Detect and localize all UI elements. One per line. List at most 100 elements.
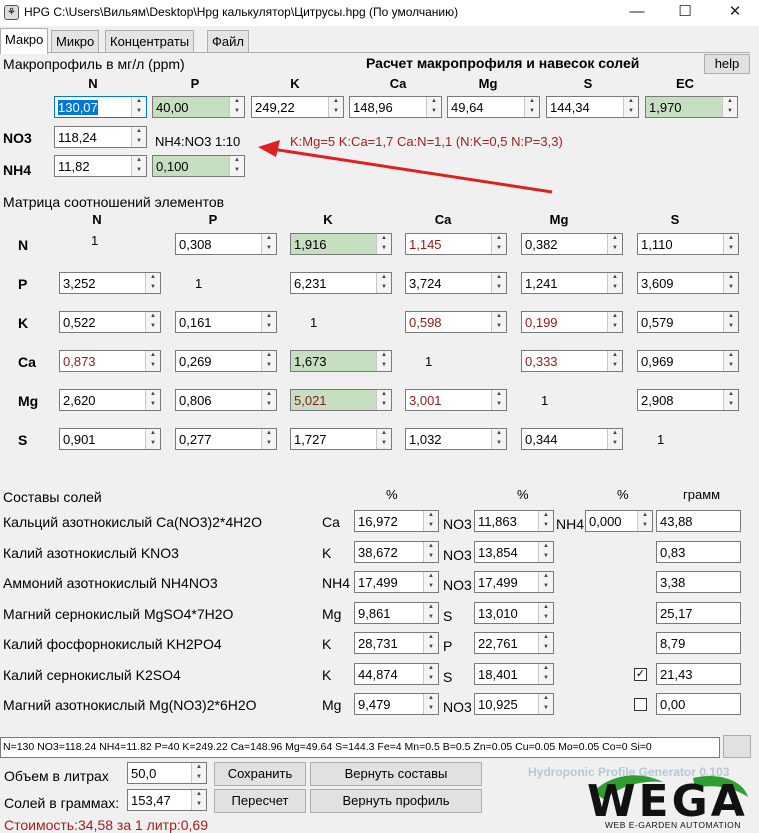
matrix-cell[interactable]: 0,382 ▲ ▼ <box>521 233 623 255</box>
salt-pct-1[interactable]: 9,479 ▲ ▼ <box>354 693 439 715</box>
salt-pct-2[interactable]: 13,854 ▲ ▼ <box>474 541 554 563</box>
salt-pct-2[interactable]: 17,499 ▲ ▼ <box>474 571 554 593</box>
salt-pct-1[interactable]: 28,731 ▲ ▼ <box>354 632 439 654</box>
matrix-cell[interactable]: 0,161 ▲ ▼ <box>175 311 277 333</box>
matrix-cell[interactable]: 0,522 ▲ ▼ <box>59 311 161 333</box>
salt-grams[interactable]: 8,79▲▼ <box>656 632 741 654</box>
salt-pct-2[interactable]: 22,761 ▲ ▼ <box>474 632 554 654</box>
matrix-cell[interactable]: 5,021 ▲ ▼ <box>290 389 392 411</box>
salt-pct-1[interactable]: 16,972 ▲ ▼ <box>354 510 439 532</box>
wega-logo: WEGA WEB E-GARDEN AUTOMATION <box>583 772 753 833</box>
salt-pct-1[interactable]: 44,874 ▲ ▼ <box>354 663 439 685</box>
summary-field[interactable]: N=130 NO3=118.24 NH4=11.82 P=40 K=249.22… <box>0 737 720 758</box>
salt-pct-2[interactable]: 13,010 ▲ ▼ <box>474 602 554 624</box>
summary-button[interactable] <box>723 735 751 758</box>
matrix-cell[interactable]: 3,724 ▲ ▼ <box>405 272 507 294</box>
macro-ec-value: 1,970 <box>649 100 682 115</box>
volume-field[interactable]: 50,0 ▲ ▼ <box>127 762 207 784</box>
salt-pct-2[interactable]: 10,925 ▲ ▼ <box>474 693 554 715</box>
matrix-cell[interactable]: 0,333 ▲ ▼ <box>521 350 623 372</box>
matrix-cell[interactable]: 1,916 ▲ ▼ <box>290 233 392 255</box>
salt-grams[interactable]: 0,00▲▼ <box>656 693 741 715</box>
volume-value: 50,0 <box>131 766 157 781</box>
matrix-cell[interactable]: 0,199 ▲ ▼ <box>521 311 623 333</box>
tab-file[interactable]: Файл <box>207 30 249 52</box>
matrix-cell[interactable]: 1,145 ▲ ▼ <box>405 233 507 255</box>
salt-element-1: K <box>322 667 332 683</box>
matrix-cell[interactable]: 0,344 ▲ ▼ <box>521 428 623 450</box>
matrix-cell[interactable]: 0,806 ▲ ▼ <box>175 389 277 411</box>
matrix-cell[interactable]: 0,901 ▲ ▼ <box>59 428 161 450</box>
salt-grams[interactable]: 25,17▲▼ <box>656 602 741 624</box>
salt-include-checkbox[interactable]: ✓ <box>634 668 647 681</box>
tab-macro[interactable]: Макро <box>0 28 49 54</box>
macro-ca-field[interactable]: 148,96 ▲ ▼ <box>349 96 442 118</box>
matrix-cell[interactable]: 0,873 ▲ ▼ <box>59 350 161 372</box>
matrix-cell-value: 0,277 <box>179 432 212 447</box>
macro-k-field[interactable]: 249,22 ▲ ▼ <box>251 96 344 118</box>
matrix-cell[interactable]: 1,110 ▲ ▼ <box>637 233 739 255</box>
salt-name: Калий фосфорнокислый KH2PO4 <box>3 636 222 652</box>
restore-profile-button[interactable]: Вернуть профиль <box>310 789 482 813</box>
matrix-cell[interactable]: 0,308 ▲ ▼ <box>175 233 277 255</box>
matrix-cell[interactable]: 0,269 ▲ ▼ <box>175 350 277 372</box>
matrix-cell[interactable]: 3,609 ▲ ▼ <box>637 272 739 294</box>
macro-mg-field[interactable]: 49,64 ▲ ▼ <box>447 96 540 118</box>
salt-pct-1-value: 28,731 <box>358 636 398 651</box>
salt-pct-2-value: 10,925 <box>478 697 518 712</box>
salt-grams[interactable]: 43,88▲▼ <box>656 510 741 532</box>
salt-pct-1[interactable]: 17,499 ▲ ▼ <box>354 571 439 593</box>
salt-pct-3[interactable]: 0,000 ▲ ▼ <box>585 510 653 532</box>
tab-micro[interactable]: Микро <box>51 30 100 52</box>
matrix-cell[interactable]: 3,252 ▲ ▼ <box>59 272 161 294</box>
matrix-diagonal-cell: 1 <box>310 315 318 330</box>
tab-concentrates[interactable]: Концентраты <box>105 30 195 52</box>
close-button[interactable]: ✕ <box>712 0 758 26</box>
matrix-cell[interactable]: 0,579 ▲ ▼ <box>637 311 739 333</box>
salts-grams-field[interactable]: 153,47 ▲ ▼ <box>127 789 207 811</box>
salt-grams[interactable]: 0,83▲▼ <box>656 541 741 563</box>
macro-n-field[interactable]: 130,07 ▲ ▼ <box>54 96 147 118</box>
maximize-button[interactable]: ☐ <box>662 0 708 26</box>
matrix-cell[interactable]: 1,673 ▲ ▼ <box>290 350 392 372</box>
salt-grams[interactable]: 21,43▲▼ <box>656 663 741 685</box>
salt-pct-2[interactable]: 11,863 ▲ ▼ <box>474 510 554 532</box>
matrix-cell-value: 0,522 <box>63 315 96 330</box>
nh4-field[interactable]: 11,82 ▲ ▼ <box>54 155 147 177</box>
macro-p-field[interactable]: 40,00 ▲ ▼ <box>152 96 245 118</box>
macro-s-field[interactable]: 144,34 ▲ ▼ <box>546 96 639 118</box>
macro-ec-field[interactable]: 1,970 ▲ ▼ <box>645 96 738 118</box>
matrix-cell[interactable]: 2,908 ▲ ▼ <box>637 389 739 411</box>
matrix-cell[interactable]: 0,277 ▲ ▼ <box>175 428 277 450</box>
salt-grams[interactable]: 3,38▲▼ <box>656 571 741 593</box>
matrix-cell-value: 1,916 <box>294 237 327 252</box>
matrix-cell[interactable]: 3,001 ▲ ▼ <box>405 389 507 411</box>
salt-pct-1[interactable]: 9,861 ▲ ▼ <box>354 602 439 624</box>
no3-field[interactable]: 118,24 ▲ ▼ <box>54 126 147 148</box>
matrix-cell[interactable]: 2,620 ▲ ▼ <box>59 389 161 411</box>
matrix-cell[interactable]: 1,032 ▲ ▼ <box>405 428 507 450</box>
salt-pct-1-value: 9,861 <box>358 606 391 621</box>
minimize-button[interactable]: — <box>614 0 660 26</box>
salt-pct-1-value: 38,672 <box>358 545 398 560</box>
matrix-cell[interactable]: 6,231 ▲ ▼ <box>290 272 392 294</box>
salt-include-checkbox[interactable] <box>634 698 647 711</box>
salt-grams-value: 0,00 <box>660 697 686 712</box>
salt-pct-1[interactable]: 38,672 ▲ ▼ <box>354 541 439 563</box>
nh4-ratio-field[interactable]: 0,100 ▲ ▼ <box>152 155 245 177</box>
matrix-cell-value: 6,231 <box>294 276 327 291</box>
salt-element-2: NO3 <box>443 699 472 715</box>
salt-pct-2-value: 13,010 <box>478 606 518 621</box>
restore-compositions-button[interactable]: Вернуть составы <box>310 762 482 786</box>
matrix-cell[interactable]: 1,241 ▲ ▼ <box>521 272 623 294</box>
matrix-cell[interactable]: 1,727 ▲ ▼ <box>290 428 392 450</box>
matrix-cell[interactable]: 0,969 ▲ ▼ <box>637 350 739 372</box>
recalc-button[interactable]: Пересчет <box>214 789 306 813</box>
help-button[interactable]: help <box>704 54 750 74</box>
save-button[interactable]: Сохранить <box>214 762 306 786</box>
salts-grams-value: 153,47 <box>131 793 171 808</box>
salt-grams-value: 8,79 <box>660 636 686 651</box>
matrix-cell[interactable]: 0,598 ▲ ▼ <box>405 311 507 333</box>
matrix-col-header-p: P <box>208 212 218 227</box>
salt-pct-2[interactable]: 18,401 ▲ ▼ <box>474 663 554 685</box>
